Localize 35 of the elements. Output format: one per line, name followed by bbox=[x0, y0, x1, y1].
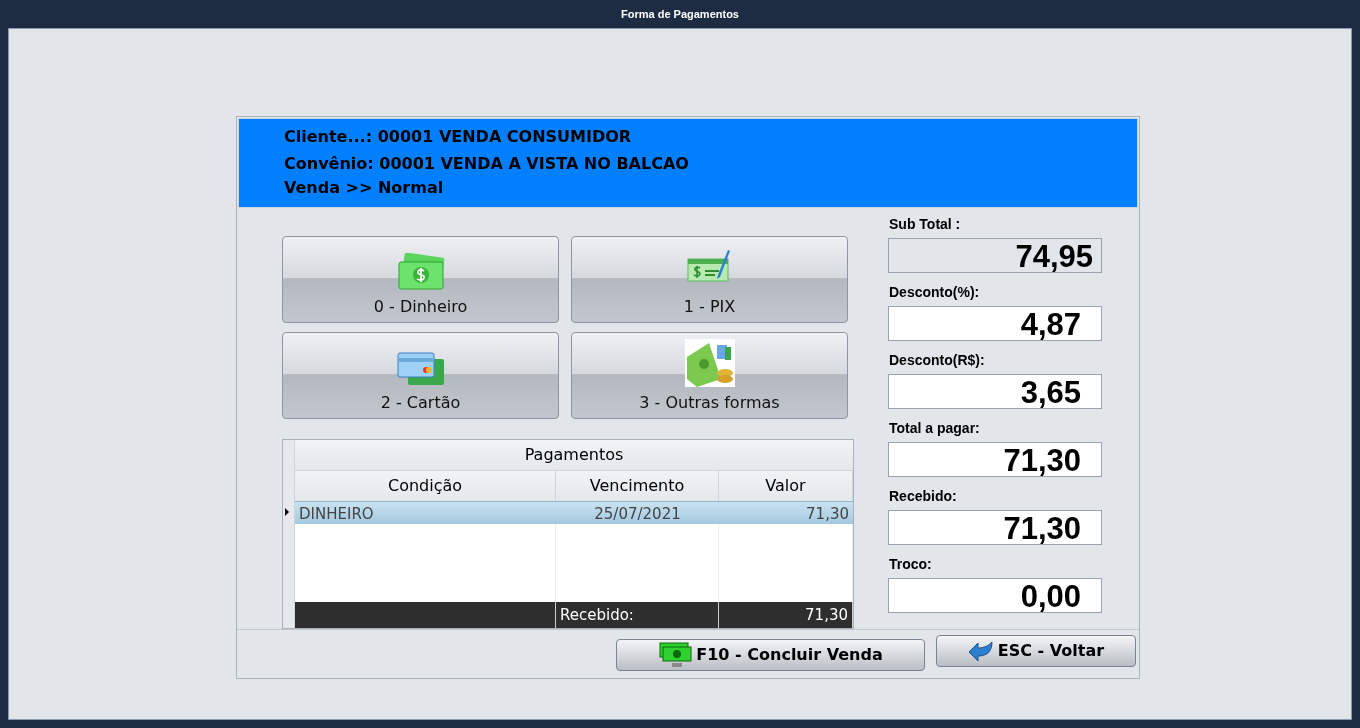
footer-label: Recebido: bbox=[556, 601, 719, 628]
amount-field: 74,95 bbox=[888, 237, 1102, 273]
column-header: Vencimento bbox=[556, 470, 719, 501]
amount-field[interactable]: 0,00 bbox=[888, 577, 1102, 613]
field-label: Desconto(%): bbox=[889, 283, 981, 300]
payment-method-button[interactable]: 0 - Dinheiro bbox=[282, 235, 559, 323]
field-label: Total a pagar: bbox=[889, 419, 981, 436]
cash-icon bbox=[396, 252, 445, 291]
row-indicator-cell bbox=[283, 439, 295, 471]
payment-method-button[interactable]: 3 - Outras formas bbox=[571, 331, 848, 419]
field-label: Sub Total : bbox=[889, 215, 962, 232]
field-label: Recebido: bbox=[889, 487, 958, 504]
payment-method-button[interactable]: 1 - PIX bbox=[571, 235, 848, 323]
money-coins-icon bbox=[684, 338, 735, 387]
back-button[interactable]: ESC - Voltar bbox=[936, 634, 1136, 667]
row-indicator-cell bbox=[283, 601, 295, 628]
amount-field[interactable]: 71,30 bbox=[888, 441, 1102, 477]
window-title: Forma de Pagamentos bbox=[621, 8, 739, 20]
back-arrow-icon bbox=[967, 639, 994, 662]
footer-total: 71,30 bbox=[719, 601, 853, 628]
payment-method-button[interactable]: 2 - Cartão bbox=[282, 331, 559, 419]
field-label: Troco: bbox=[889, 555, 933, 572]
header-text: Venda >> Normal bbox=[284, 177, 445, 199]
finish-sale-button[interactable]: F10 - Concluir Venda bbox=[616, 638, 925, 671]
credit-card-icon bbox=[395, 350, 446, 387]
banknotes-icon bbox=[658, 640, 693, 669]
amount-field[interactable]: 4,87 bbox=[888, 305, 1102, 341]
grid-title: Pagamentos bbox=[295, 439, 853, 471]
header-text: Convênio: 00001 VENDA A VISTA NO BALCAO bbox=[284, 153, 690, 175]
amount-field[interactable]: 3,65 bbox=[888, 373, 1102, 409]
header-text: Cliente...: 00001 VENDA CONSUMIDOR bbox=[284, 126, 633, 148]
column-header: Condição bbox=[295, 470, 556, 501]
field-label: Desconto(R$): bbox=[889, 351, 986, 368]
column-header: Valor bbox=[719, 470, 853, 501]
amount-field[interactable]: 71,30 bbox=[888, 509, 1102, 545]
